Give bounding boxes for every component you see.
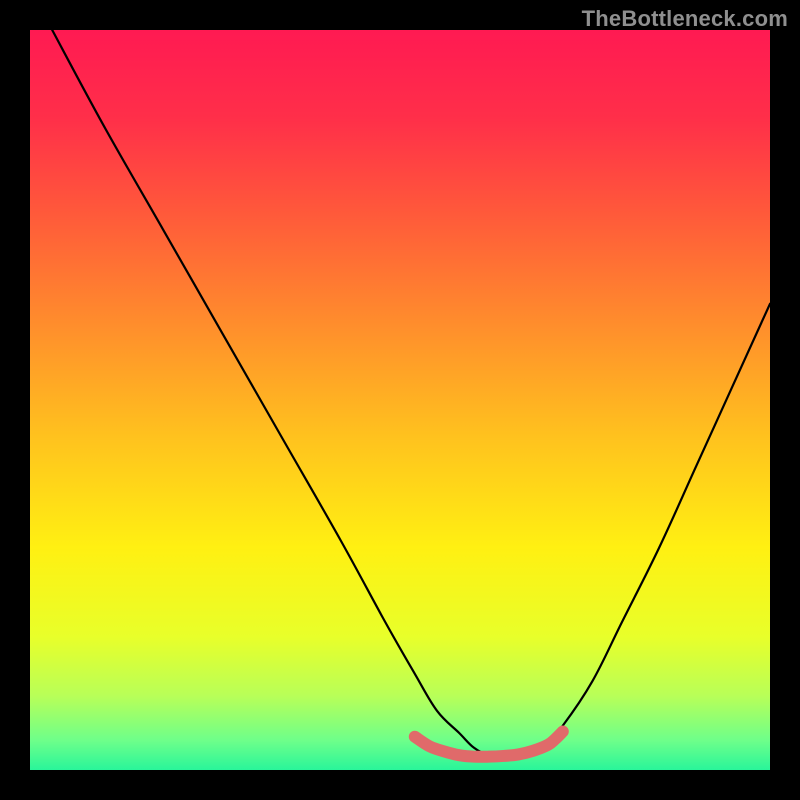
chart-frame: TheBottleneck.com [0,0,800,800]
gradient-background [30,30,770,770]
watermark-text: TheBottleneck.com [582,6,788,32]
chart-svg [30,30,770,770]
plot-area [30,30,770,770]
